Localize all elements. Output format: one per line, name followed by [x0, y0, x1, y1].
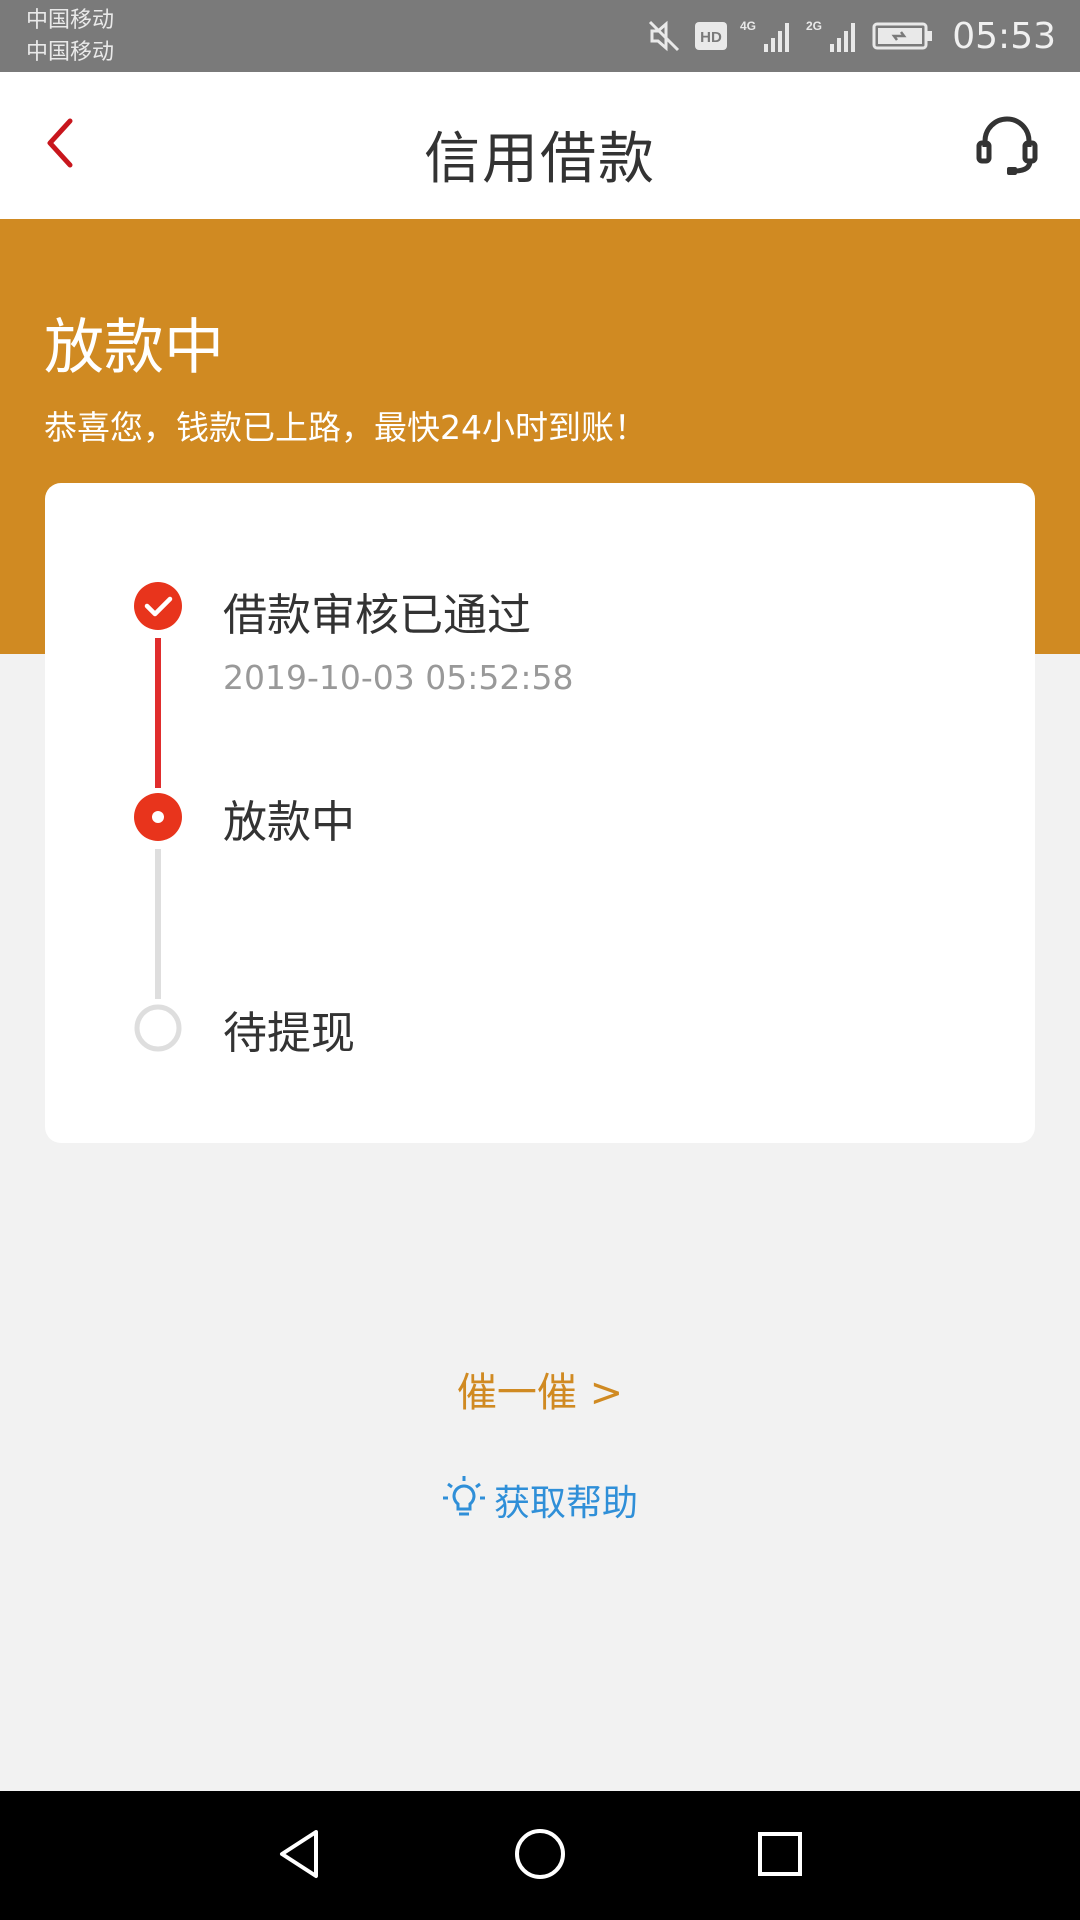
- nav-back-button[interactable]: [265, 1821, 335, 1891]
- get-help-link[interactable]: 获取帮助: [440, 1474, 638, 1526]
- lightbulb-icon: [440, 1474, 488, 1526]
- step-title-approved: 借款审核已通过: [223, 590, 531, 641]
- page-title: 信用借款: [424, 127, 656, 192]
- headset-icon: [975, 113, 1039, 181]
- mute-icon: [646, 18, 682, 54]
- clock: 05:53: [952, 15, 1056, 57]
- carrier-label-1: 中国移动: [26, 8, 115, 33]
- battery-icon: [872, 20, 934, 52]
- signal-2g-icon: 2G: [806, 18, 860, 54]
- system-navigation-bar: [0, 1791, 1080, 1920]
- hd-icon: HD: [694, 21, 728, 51]
- check-circle-icon: [133, 581, 183, 631]
- progress-line-pending: [155, 849, 161, 999]
- status-icons: HD 4G 2G 05:53: [646, 12, 1056, 60]
- signal-4g-icon: 4G: [740, 18, 794, 54]
- step-title-withdraw: 待提现: [223, 1008, 355, 1059]
- pending-step-icon: [133, 1003, 183, 1053]
- loan-status-title: 放款中: [44, 313, 224, 383]
- svg-text:2G: 2G: [806, 19, 822, 33]
- svg-text:HD: HD: [700, 29, 722, 46]
- nav-recents-button[interactable]: [745, 1821, 815, 1891]
- svg-text:4G: 4G: [740, 19, 756, 33]
- square-recents-icon: [752, 1826, 808, 1886]
- progress-card: 借款审核已通过 2019-10-03 05:52:58 放款中 待提现: [45, 483, 1035, 1143]
- status-bar: 中国移动 中国移动 HD 4G 2G 05:53: [0, 0, 1080, 72]
- step-time-approved: 2019-10-03 05:52:58: [223, 658, 574, 697]
- current-step-icon: [133, 792, 183, 842]
- get-help-label: 获取帮助: [494, 1483, 639, 1524]
- circle-home-icon: [512, 1826, 568, 1886]
- urge-button[interactable]: 催一催 >: [0, 1360, 1080, 1418]
- carrier-label-2: 中国移动: [26, 40, 115, 65]
- triangle-back-icon: [272, 1826, 328, 1886]
- customer-service-button[interactable]: [972, 112, 1042, 182]
- loan-status-message: 恭喜您，钱款已上路，最快24小时到账！: [44, 408, 647, 447]
- step-title-disbursing: 放款中: [223, 797, 355, 848]
- app-header: 信用借款: [0, 72, 1080, 219]
- nav-home-button[interactable]: [505, 1821, 575, 1891]
- progress-line-completed: [155, 638, 161, 788]
